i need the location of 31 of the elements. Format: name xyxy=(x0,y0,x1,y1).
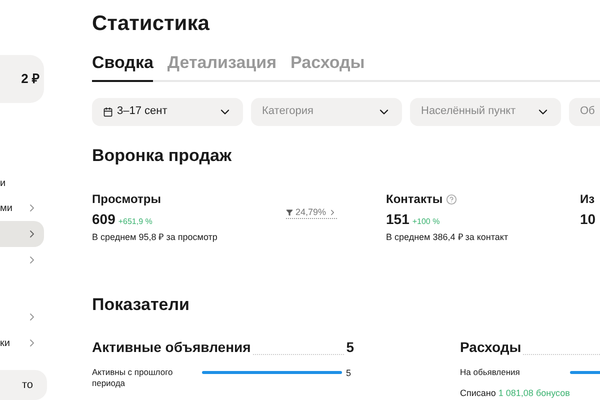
card-title: Расходы xyxy=(460,338,522,357)
metric-label: Просмотры xyxy=(92,191,162,208)
metric-note: В среднем 95,8 ₽ за просмотр xyxy=(92,231,218,244)
metric-label: Контакты xyxy=(386,191,443,208)
card-total: 5 xyxy=(346,338,354,357)
funnel-icon xyxy=(286,209,294,216)
metric-value: 609 xyxy=(92,210,116,229)
calendar-icon xyxy=(103,106,113,116)
tab[interactable]: Сводка xyxy=(92,50,154,82)
card-title: Активные объявления xyxy=(92,338,251,357)
sidebar-heading: и xyxy=(0,176,7,191)
section-title: Показатели xyxy=(92,294,190,316)
chevron-icon xyxy=(328,208,337,217)
conversion-link[interactable]: 24,79% xyxy=(286,207,337,219)
row-note: Списано 1 081,08 бонусов xyxy=(460,387,571,400)
metric-change: +100 % xyxy=(412,216,440,228)
metric-note: В среднем 386,4 ₽ за контакт xyxy=(386,231,508,244)
balance-card[interactable]: 2 ₽ xyxy=(0,55,44,104)
metric-value: 151 xyxy=(386,210,410,229)
metric-value: 10 xyxy=(580,210,596,229)
row-label: На обьявления xyxy=(460,367,521,378)
page-title: Статистика xyxy=(92,11,210,36)
sidebar-item[interactable] xyxy=(0,221,44,248)
metric-label: Из xyxy=(580,191,595,208)
row-label: Активны с прошлого периода xyxy=(92,367,174,389)
row-value: 5 xyxy=(346,367,352,380)
sidebar-card[interactable]: то xyxy=(0,370,47,400)
section-title: Воронка продаж xyxy=(92,144,232,166)
date-picker[interactable]: 3–17 сент xyxy=(92,98,243,126)
metric-change: +651,9 % xyxy=(118,216,152,228)
help-icon[interactable] xyxy=(446,194,457,204)
